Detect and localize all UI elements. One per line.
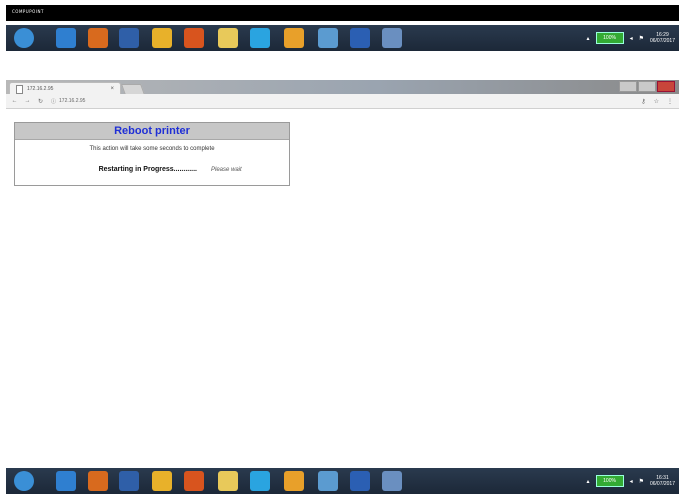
clock[interactable]: 16:31 06/07/2017 — [650, 475, 675, 487]
skype-icon[interactable] — [250, 471, 270, 491]
page-icon — [16, 84, 23, 94]
window-controls — [619, 81, 675, 92]
panel-message: This action will take some seconds to co… — [89, 146, 215, 152]
media-player-icon[interactable] — [88, 28, 108, 48]
start-icon[interactable] — [14, 28, 34, 48]
folder-icon[interactable] — [218, 28, 238, 48]
panel-title: Reboot printer — [15, 123, 289, 140]
skype-icon[interactable] — [250, 28, 270, 48]
outlook-icon[interactable] — [284, 471, 304, 491]
internet-explorer-icon[interactable] — [56, 471, 76, 491]
close-tab-icon[interactable]: × — [110, 86, 114, 92]
firefox-icon[interactable] — [184, 471, 204, 491]
volume-icon[interactable]: ◂ — [630, 35, 633, 42]
battery-indicator[interactable]: 100% — [595, 475, 624, 487]
flag-icon[interactable]: ⚑ — [639, 35, 644, 42]
network-icon[interactable]: ▴ — [587, 35, 590, 42]
address-bar: ← → ↻ ⓘ 172.16.2.95 ⚷ ☆ ⋮ — [6, 94, 679, 109]
status-label: Restarting in Progress............ — [98, 166, 197, 173]
battery-indicator[interactable]: 100% — [595, 32, 624, 44]
status-hint: Please wait — [211, 167, 242, 173]
media-player-icon[interactable] — [88, 471, 108, 491]
reboot-panel: Reboot printer This action will take som… — [14, 122, 290, 186]
url-text: 172.16.2.95 — [59, 98, 86, 104]
taskbar-top: ▴ 100% ◂ ⚑ 16:29 06/07/2017 — [6, 25, 679, 51]
browser-window: 172.16.2.95 × ← → ↻ ⓘ 172.16.2.95 ⚷ ☆ ⋮ … — [6, 80, 679, 468]
word-icon[interactable] — [350, 471, 370, 491]
status-row: Restarting in Progress............ Pleas… — [15, 166, 289, 173]
key-icon[interactable]: ⚷ — [641, 98, 645, 105]
chrome-icon[interactable] — [152, 28, 172, 48]
forward-icon[interactable]: → — [23, 98, 32, 104]
minimize-button[interactable] — [619, 81, 637, 92]
start-icon[interactable] — [14, 471, 34, 491]
info-icon[interactable]: ⓘ — [51, 98, 56, 105]
app-icon[interactable] — [119, 28, 139, 48]
word-icon[interactable] — [350, 28, 370, 48]
top-strip: COMPUPOINT — [6, 5, 679, 21]
maximize-button[interactable] — [638, 81, 656, 92]
top-strip-label: COMPUPOINT — [12, 9, 44, 14]
app-icon[interactable] — [119, 471, 139, 491]
back-icon[interactable]: ← — [10, 98, 19, 104]
paint-icon[interactable] — [382, 471, 402, 491]
toolbar-right: ⚷ ☆ ⋮ — [641, 98, 673, 105]
system-tray: ▴ 100% ◂ ⚑ 16:31 06/07/2017 — [587, 472, 675, 490]
computer-icon[interactable] — [318, 28, 338, 48]
network-icon[interactable]: ▴ — [587, 478, 590, 485]
system-tray: ▴ 100% ◂ ⚑ 16:29 06/07/2017 — [587, 29, 675, 47]
chrome-icon[interactable] — [152, 471, 172, 491]
taskbar-bottom: ▴ 100% ◂ ⚑ 16:31 06/07/2017 — [6, 468, 679, 494]
menu-icon[interactable]: ⋮ — [667, 98, 673, 105]
url-field[interactable]: ⓘ 172.16.2.95 — [51, 98, 85, 105]
outlook-icon[interactable] — [284, 28, 304, 48]
paint-icon[interactable] — [382, 28, 402, 48]
folder-icon[interactable] — [218, 471, 238, 491]
clock[interactable]: 16:29 06/07/2017 — [650, 32, 675, 44]
clock-date: 06/07/2017 — [649, 38, 675, 44]
bookmark-star-icon[interactable]: ☆ — [654, 98, 659, 105]
flag-icon[interactable]: ⚑ — [639, 478, 644, 485]
computer-icon[interactable] — [318, 471, 338, 491]
internet-explorer-icon[interactable] — [56, 28, 76, 48]
reload-icon[interactable]: ↻ — [36, 98, 45, 105]
volume-icon[interactable]: ◂ — [630, 478, 633, 485]
close-window-button[interactable] — [657, 81, 675, 92]
firefox-icon[interactable] — [184, 28, 204, 48]
tab-strip: 172.16.2.95 × — [6, 80, 679, 95]
clock-date: 06/07/2017 — [649, 481, 675, 487]
tab-title: 172.16.2.95 — [27, 86, 54, 92]
